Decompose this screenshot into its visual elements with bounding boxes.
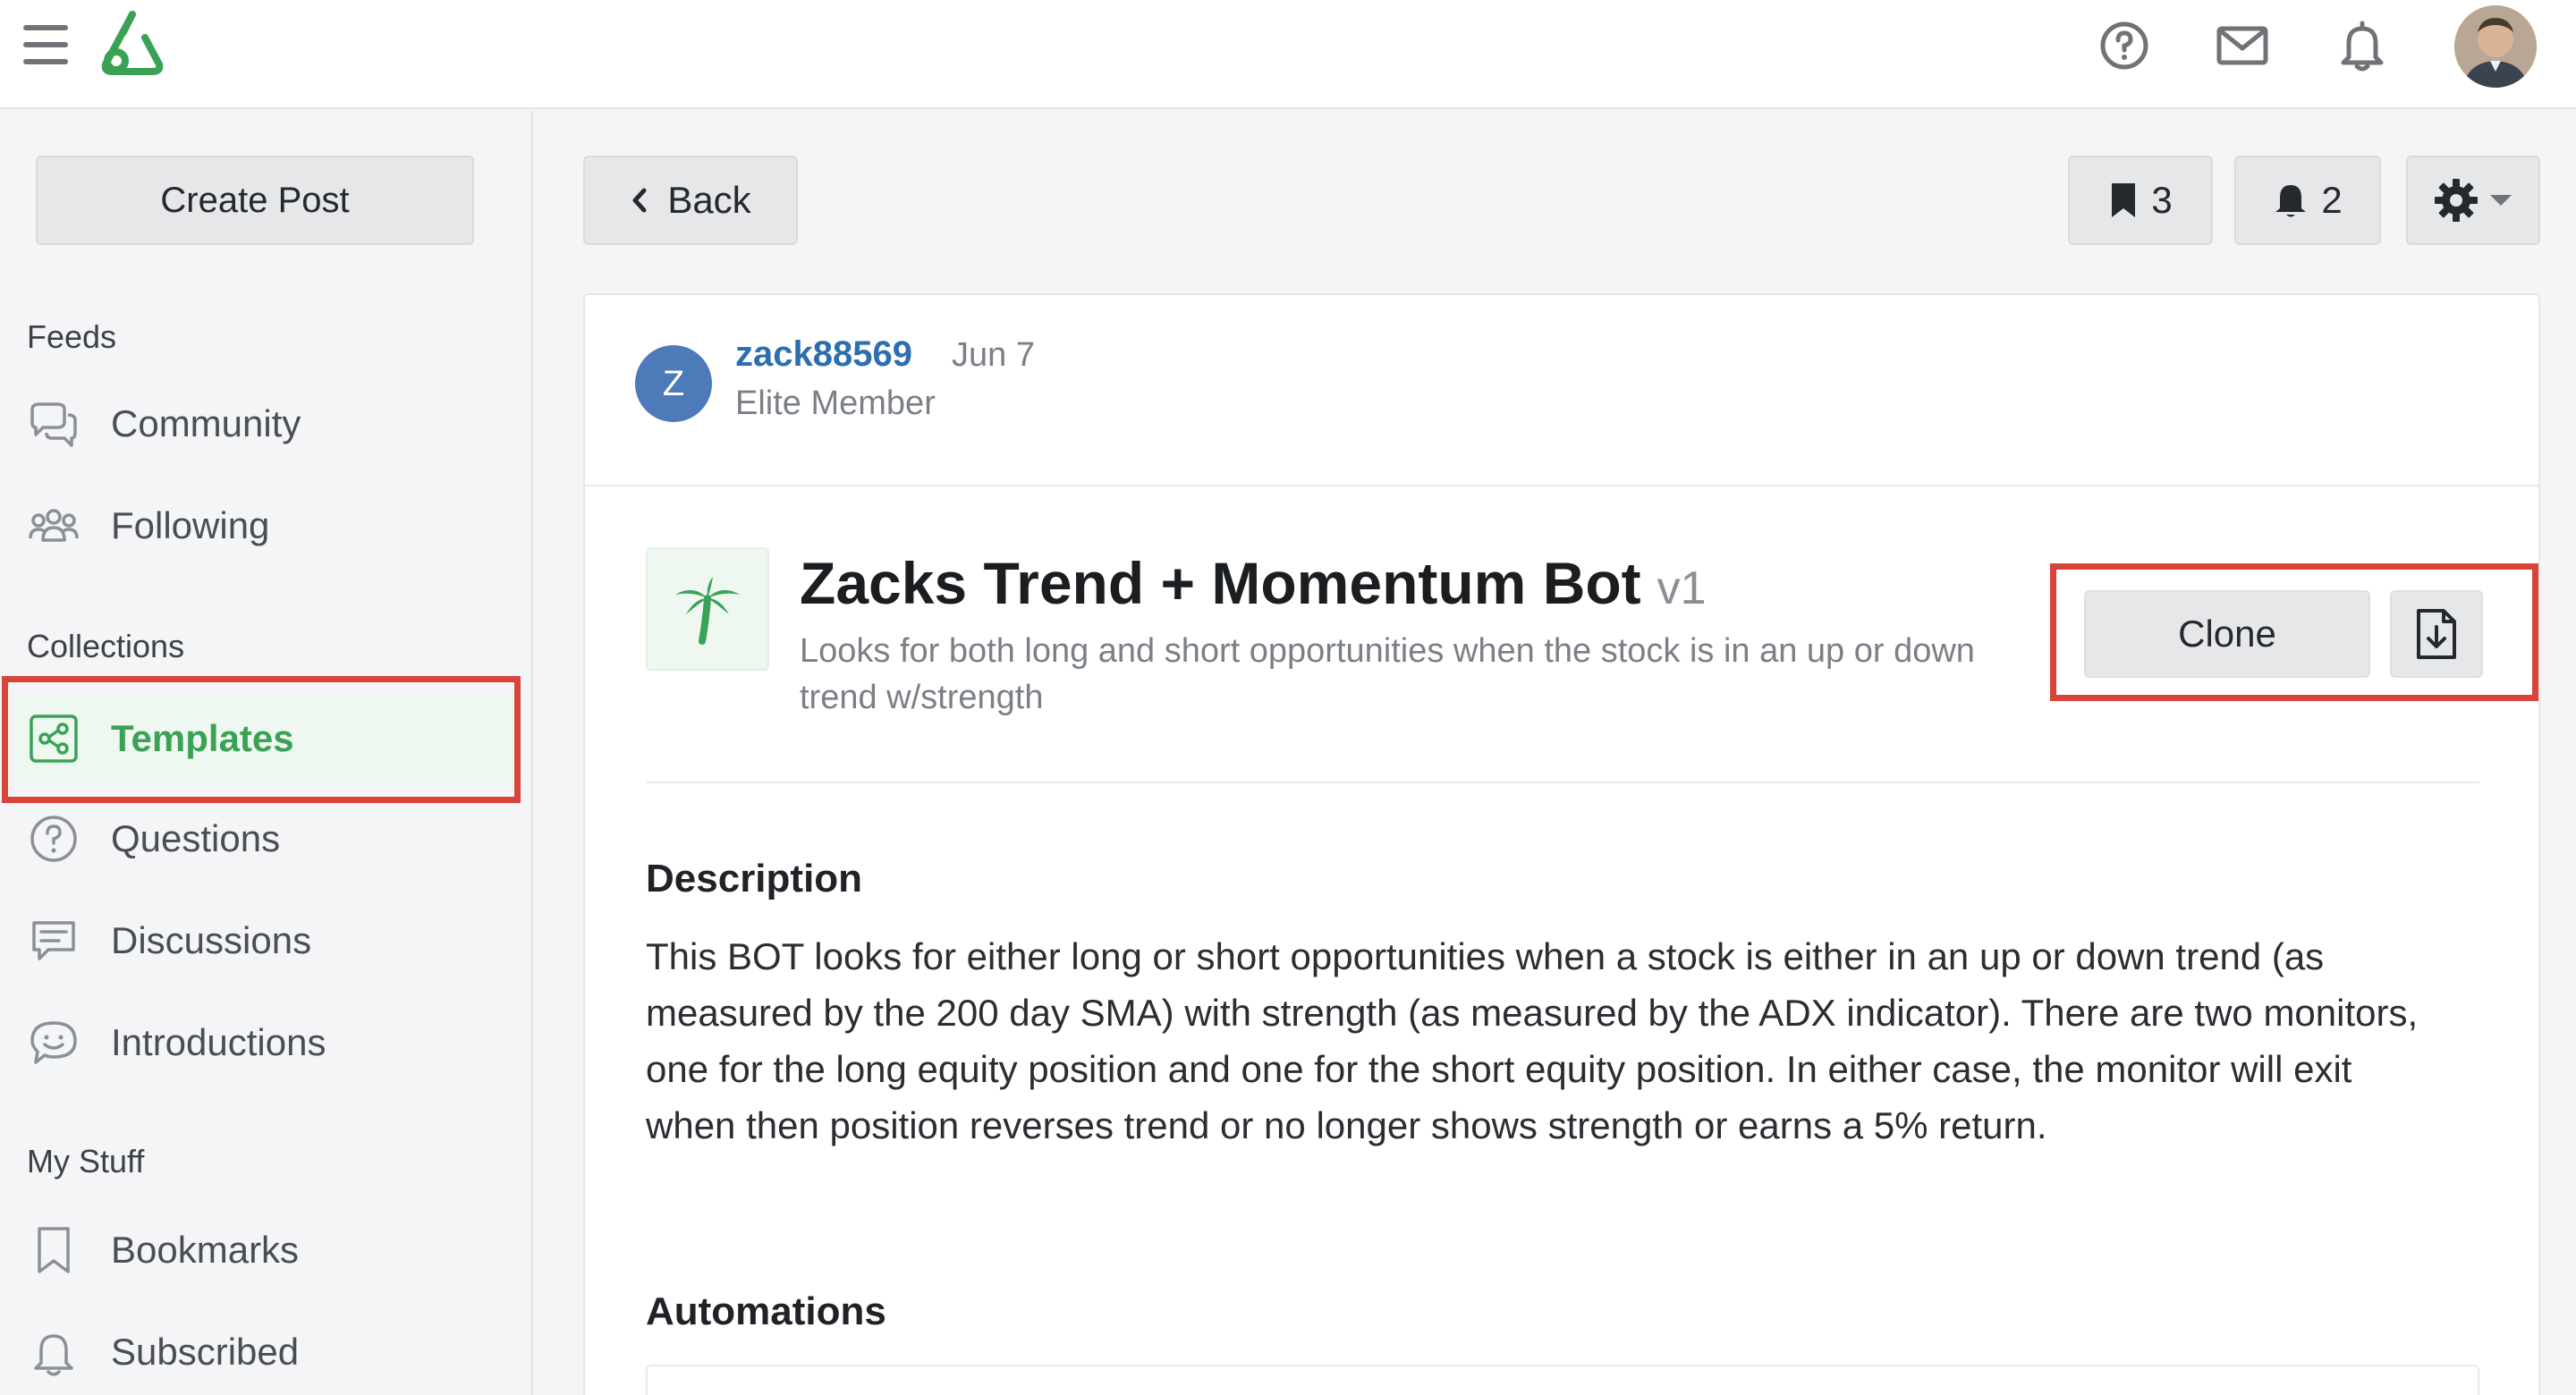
- clone-highlight-box: [2050, 563, 2538, 701]
- template-version: v1: [1657, 562, 1707, 614]
- sidebar-item-introductions[interactable]: Introductions: [16, 1000, 517, 1086]
- description-text: This BOT looks for either long or short …: [646, 935, 2419, 1146]
- divider: [646, 782, 2479, 783]
- avatar[interactable]: [2454, 5, 2537, 88]
- description-heading: Description: [646, 857, 863, 900]
- collections-section-label: Collections: [27, 628, 185, 664]
- bell-icon[interactable]: [2334, 18, 2390, 73]
- post-card: Z zack88569 Jun 7 Elite Member Zacks Tre…: [583, 293, 2540, 1395]
- author-role: Elite Member: [735, 385, 936, 422]
- gear-icon: [2433, 177, 2479, 224]
- top-bar: [0, 0, 2576, 109]
- chevron-down-icon: [2488, 192, 2513, 208]
- back-button[interactable]: Back: [583, 156, 798, 245]
- subscribe-button[interactable]: 2: [2234, 156, 2381, 245]
- mystuff-section-label: My Stuff: [27, 1143, 145, 1179]
- sidebar-item-discussions[interactable]: Discussions: [16, 898, 517, 984]
- sidebar-item-bookmarks[interactable]: Bookmarks: [16, 1207, 517, 1293]
- sidebar-item-label: Questions: [111, 817, 281, 859]
- settings-dropdown-button[interactable]: [2406, 156, 2540, 245]
- sidebar-item-following[interactable]: Following: [16, 483, 517, 569]
- template-title-text: Zacks Trend + Momentum Bot: [800, 550, 1641, 616]
- comment-icon: [27, 914, 80, 968]
- automations-panel: [646, 1365, 2479, 1395]
- bookmark-count: 3: [2151, 179, 2173, 221]
- template-subtitle: Looks for both long and short opportunit…: [800, 632, 1975, 716]
- sidebar-item-label: Following: [111, 504, 270, 546]
- automations-heading: Automations: [646, 1289, 886, 1333]
- people-icon: [27, 499, 80, 553]
- sidebar-item-label: Community: [111, 402, 301, 444]
- sidebar-item-label: Discussions: [111, 919, 312, 961]
- help-icon[interactable]: [2097, 18, 2152, 73]
- smile-bubble-icon: [27, 1016, 80, 1070]
- palm-tree-icon: [646, 547, 769, 671]
- feeds-section-label: Feeds: [27, 318, 117, 355]
- author-row: Z zack88569 Jun 7 Elite Member: [585, 295, 2538, 486]
- sidebar-item-community[interactable]: Community: [16, 381, 517, 467]
- sidebar-item-label: Introductions: [111, 1021, 326, 1063]
- author-name-link[interactable]: zack88569: [735, 334, 912, 375]
- author-avatar[interactable]: Z: [635, 345, 712, 422]
- subscribe-count: 2: [2321, 179, 2343, 221]
- bookmark-button[interactable]: 3: [2068, 156, 2213, 245]
- create-post-button[interactable]: Create Post: [36, 156, 474, 245]
- bookmark-icon: [27, 1223, 80, 1277]
- mail-icon[interactable]: [2215, 18, 2270, 73]
- back-label: Back: [667, 179, 751, 221]
- sidebar-item-label: Subscribed: [111, 1331, 300, 1373]
- bell-icon: [2273, 182, 2309, 219]
- sidebar-item-label: Bookmarks: [111, 1229, 300, 1271]
- templates-highlight-box: [2, 676, 521, 803]
- hamburger-icon[interactable]: [23, 23, 68, 66]
- chevron-left-icon: [630, 187, 649, 214]
- sidebar-item-subscribed[interactable]: Subscribed: [16, 1309, 517, 1395]
- question-circle-icon: [27, 812, 80, 866]
- bookmark-icon: [2108, 182, 2139, 219]
- sidebar-item-questions[interactable]: Questions: [16, 796, 517, 882]
- chat-bubbles-icon: [27, 397, 80, 451]
- template-title: Zacks Trend + Momentum Bot v1: [800, 549, 1707, 617]
- logo[interactable]: [97, 9, 168, 77]
- post-date: Jun 7: [952, 336, 1035, 374]
- bell-icon: [27, 1325, 80, 1379]
